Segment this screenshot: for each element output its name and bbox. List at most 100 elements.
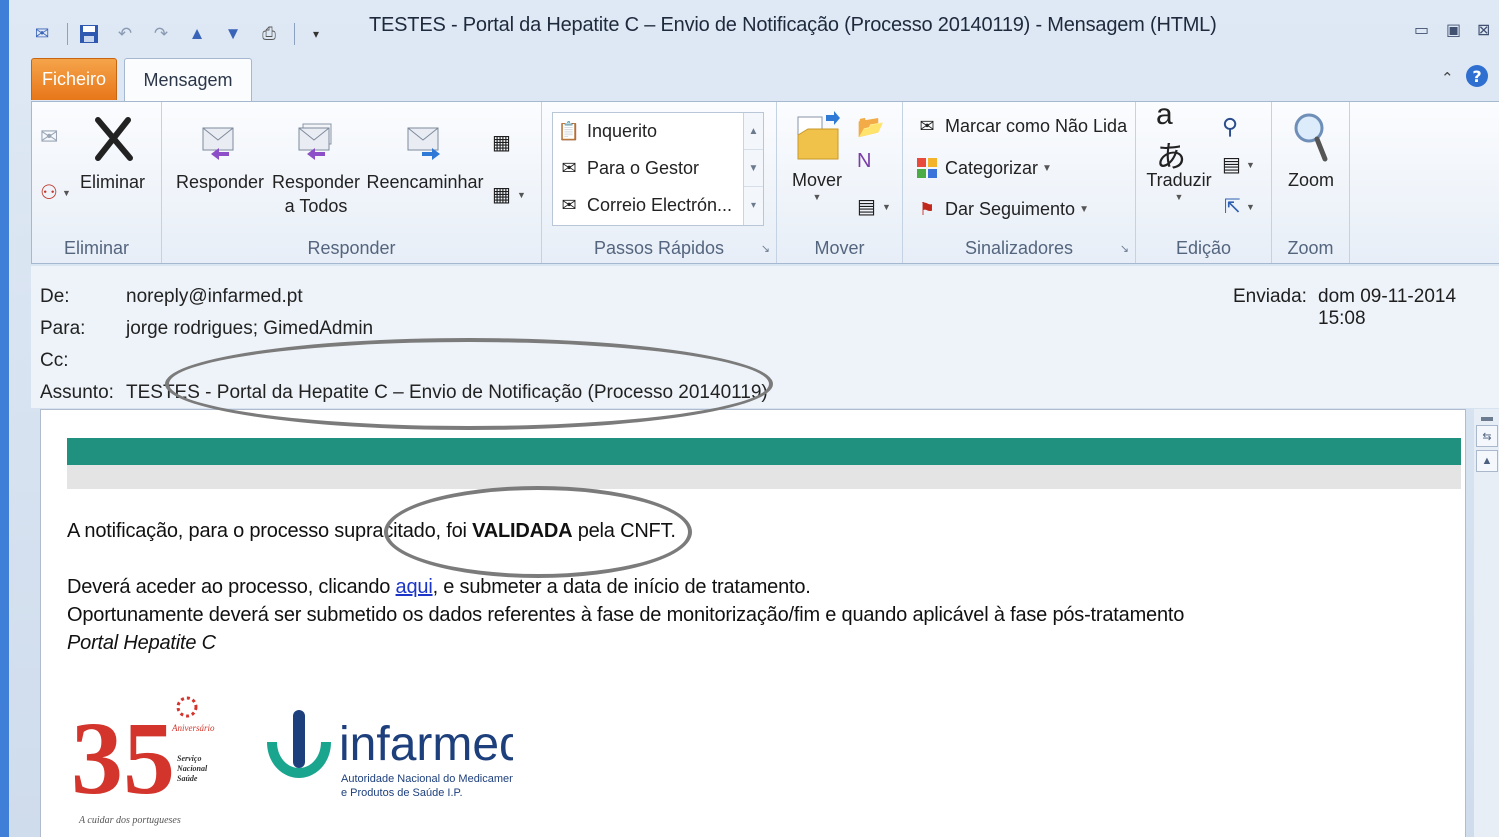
process-link[interactable]: aqui: [396, 576, 433, 598]
ribbon-tabs: Ficheiro Mensagem ⌃ ?: [9, 56, 1499, 102]
vertical-scrollbar[interactable]: ⇆ ▲: [1474, 409, 1499, 837]
reply-all-label-2: a Todos: [284, 196, 348, 216]
ribbon: ✉ ⚇ ▼ Eliminar Eliminar Responder Respon…: [31, 98, 1499, 264]
validation-status: VALIDADA: [472, 520, 573, 542]
forward-button[interactable]: Reencaminhar: [366, 114, 484, 194]
group-mover: Mover ▼ 📂 N ▤ ▼ Mover: [777, 102, 903, 263]
scroll-down-icon[interactable]: ▼: [744, 150, 763, 187]
related-icon[interactable]: ▤: [1222, 152, 1241, 177]
group-quick-steps: 📋 Inquerito ✉ Para o Gestor ✉ Correio El…: [542, 102, 777, 263]
help-icon[interactable]: ?: [1465, 64, 1489, 93]
magnifier-icon: [1288, 112, 1334, 162]
forward-label: Reencaminhar: [366, 172, 484, 192]
quick-steps-gallery: 📋 Inquerito ✉ Para o Gestor ✉ Correio El…: [552, 112, 764, 226]
collapse-header-icon[interactable]: [1481, 417, 1493, 421]
reply-button[interactable]: Responder: [172, 114, 268, 194]
save-icon[interactable]: [78, 23, 100, 45]
group-label-quick-steps: Passos Rápidos: [593, 238, 725, 258]
translate-dropdown-icon: ▼: [1174, 192, 1184, 202]
reply-all-icon: [293, 114, 339, 164]
group-sinalizadores: ✉ Marcar como Não Lida Categorizar ▼ ⚑ D…: [903, 102, 1136, 263]
instruction-text-pre: Deverá aceder ao processo, clicando: [67, 576, 396, 598]
categorize-label: Categorizar: [945, 157, 1039, 178]
reply-label: Responder: [175, 172, 265, 192]
quick-step-item[interactable]: ✉ Para o Gestor: [557, 156, 699, 180]
junk-icon[interactable]: ⚇: [40, 180, 58, 205]
sent-value: dom 09-11-2014 15:08: [1318, 286, 1457, 329]
validation-text-pre: A notificação, para o processo supracita…: [67, 520, 473, 542]
scroll-up-icon[interactable]: ▲: [1476, 450, 1498, 472]
previous-item-icon[interactable]: ▲: [186, 23, 208, 45]
print-icon[interactable]: ⎙: [258, 23, 280, 45]
rules-icon[interactable]: 📂: [857, 114, 884, 140]
svg-text:e Produtos de Saúde I.P.: e Produtos de Saúde I.P.: [341, 787, 463, 799]
envelope-icon[interactable]: ✉: [31, 23, 53, 45]
message-body: A notificação, para o processo supracita…: [40, 409, 1466, 837]
maximize-icon[interactable]: ▣: [1446, 20, 1461, 40]
close-icon[interactable]: ⊠: [1477, 20, 1490, 40]
window-title: TESTES - Portal da Hepatite C – Envio de…: [369, 14, 1217, 36]
quick-steps-scroll: ▲ ▼ ▾: [743, 113, 763, 225]
expand-gallery-icon[interactable]: ▾: [744, 187, 763, 224]
svg-text:Serviço: Serviço: [177, 754, 201, 763]
move-button[interactable]: Mover ▼: [787, 111, 847, 202]
junk-dropdown-icon[interactable]: ▼: [62, 188, 71, 198]
quick-step-item[interactable]: 📋 Inquerito: [557, 119, 657, 143]
envelope-unread-icon: ✉: [919, 115, 935, 136]
zoom-button[interactable]: Zoom: [1280, 112, 1342, 192]
reply-all-button[interactable]: Responder a Todos: [268, 114, 364, 218]
scroll-options-icon[interactable]: ⇆: [1476, 425, 1498, 447]
follow-up-dropdown-icon: ▼: [1079, 203, 1089, 215]
select-cursor-icon[interactable]: ⇱: [1224, 194, 1241, 219]
customize-qat-icon[interactable]: ▾: [305, 23, 327, 45]
actions-icon[interactable]: ▤: [857, 194, 876, 219]
translate-button[interactable]: aあ Traduzir ▼: [1142, 98, 1216, 202]
scroll-up-icon[interactable]: ▲: [744, 113, 763, 150]
tab-file[interactable]: Ficheiro: [31, 58, 117, 100]
group-label-edicao: Edição: [1175, 238, 1232, 258]
quick-step-item[interactable]: ✉ Correio Electrón...: [557, 193, 732, 217]
to-value[interactable]: jorge rodrigues; GimedAdmin: [126, 318, 373, 340]
ignore-icon[interactable]: ✉: [40, 124, 58, 150]
select-dropdown-icon[interactable]: ▼: [1246, 202, 1255, 212]
header-green-band: [67, 438, 1461, 465]
svg-text:Saúde: Saúde: [177, 774, 198, 783]
more-respond-icon[interactable]: ▦: [492, 182, 511, 207]
collapse-ribbon-icon[interactable]: ⌃: [1441, 69, 1454, 87]
group-zoom: Zoom Zoom: [1272, 102, 1350, 263]
group-label-mover: Mover: [814, 238, 865, 258]
delete-label: Eliminar: [80, 172, 146, 192]
group-label-sinalizadores: Sinalizadores: [964, 238, 1074, 258]
from-value[interactable]: noreply@infarmed.pt: [126, 286, 303, 308]
reply-all-label-1: Responder: [271, 172, 361, 192]
dialog-launcher-icon[interactable]: ↘: [1120, 242, 1129, 255]
onenote-icon[interactable]: N: [857, 150, 871, 173]
monitoring-line: Oportunamente deverá ser submetido os da…: [67, 604, 1185, 626]
qat-separator: [67, 23, 68, 45]
quick-step-label: Inquerito: [587, 120, 658, 141]
more-respond-dropdown-icon[interactable]: ▼: [517, 190, 526, 200]
undo-icon[interactable]: ↶: [114, 23, 136, 45]
mark-unread-button[interactable]: ✉ Marcar como Não Lida: [915, 114, 1127, 138]
quick-step-icon: ✉: [561, 194, 577, 215]
next-item-icon[interactable]: ▼: [222, 23, 244, 45]
dialog-launcher-icon[interactable]: ↘: [761, 242, 770, 255]
title-bar: ✉ ↶ ↷ ▲ ▼ ⎙ ▾ TESTES - Portal da Hepatit…: [9, 0, 1499, 56]
find-binoculars-icon[interactable]: ⚲: [1222, 114, 1238, 140]
follow-up-label: Dar Seguimento: [945, 198, 1076, 219]
tab-message[interactable]: Mensagem: [124, 58, 252, 102]
delete-button[interactable]: Eliminar: [80, 114, 145, 194]
categorize-button[interactable]: Categorizar ▼: [915, 156, 1052, 180]
follow-up-button[interactable]: ⚑ Dar Seguimento ▼: [915, 197, 1089, 221]
signature: Portal Hepatite C: [67, 632, 216, 654]
quick-access-toolbar: ✉ ↶ ↷ ▲ ▼ ⎙ ▾: [31, 20, 341, 48]
related-dropdown-icon[interactable]: ▼: [1246, 160, 1255, 170]
sent-label: Enviada:: [1233, 286, 1307, 307]
window-left-edge: [0, 0, 9, 837]
redo-icon[interactable]: ↷: [150, 23, 172, 45]
svg-text:Autoridade Nacional do Medicam: Autoridade Nacional do Medicamento: [341, 773, 513, 785]
mark-unread-label: Marcar como Não Lida: [945, 115, 1128, 136]
meeting-icon[interactable]: ▦: [492, 130, 511, 155]
minimize-icon[interactable]: ▭: [1414, 20, 1429, 40]
actions-dropdown-icon[interactable]: ▼: [882, 202, 891, 212]
